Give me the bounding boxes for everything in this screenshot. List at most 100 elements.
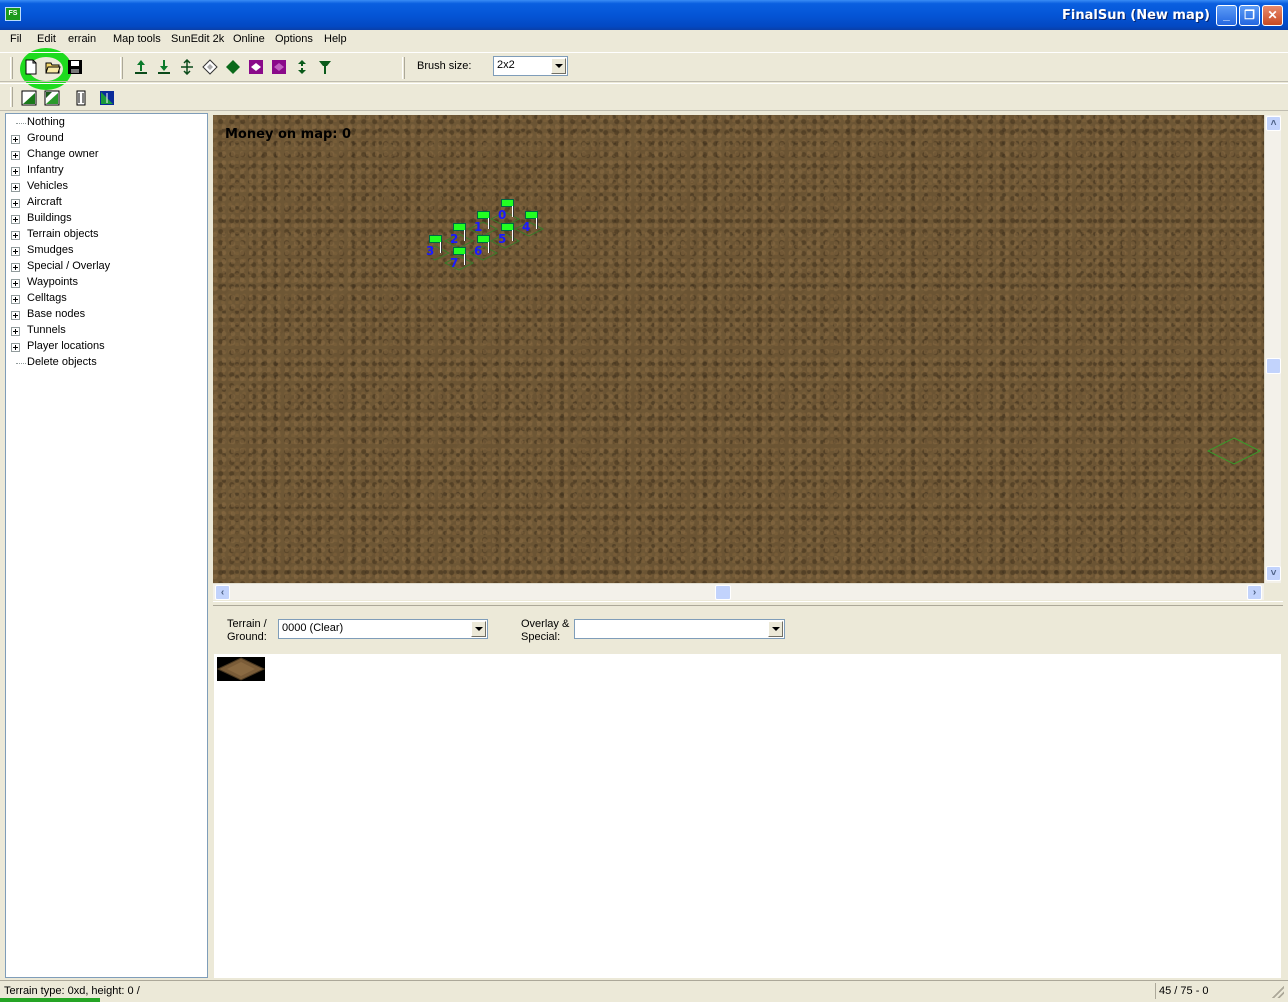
expand-icon[interactable]: [11, 151, 20, 160]
toolbar-grip-3[interactable]: [402, 57, 405, 79]
menu-bar: Fil Edit errain Map tools SunEdit 2k Onl…: [0, 30, 1288, 90]
chevron-down-icon[interactable]: [551, 58, 566, 74]
map-vertical-scrollbar[interactable]: ˄ ˅: [1264, 115, 1281, 583]
menu-online[interactable]: Online: [233, 33, 265, 45]
tree-item-ground[interactable]: Ground: [6, 131, 206, 147]
tree-item-special-overlay[interactable]: Special / Overlay: [6, 259, 206, 275]
save-disk-icon[interactable]: [67, 59, 83, 75]
clear-tile-thumbnail[interactable]: [217, 657, 265, 681]
lower-ground-icon[interactable]: [156, 59, 172, 75]
expand-icon[interactable]: [11, 327, 20, 336]
expand-icon[interactable]: [11, 247, 20, 256]
tree-item-tunnels[interactable]: Tunnels: [6, 323, 206, 339]
chevron-down-icon[interactable]: [768, 621, 783, 637]
tree-item-nothing[interactable]: Nothing: [6, 115, 206, 131]
tile-solid-icon[interactable]: [225, 59, 241, 75]
expand-icon[interactable]: [11, 215, 20, 224]
expand-icon[interactable]: [11, 279, 20, 288]
restore-button[interactable]: ❐: [1239, 5, 1260, 26]
terrain-ground-select[interactable]: 0000 (Clear): [278, 619, 488, 639]
tree-item-vehicles[interactable]: Vehicles: [6, 179, 206, 195]
waypoint-6[interactable]: 6: [474, 235, 499, 261]
tree-item-smudges[interactable]: Smudges: [6, 243, 206, 259]
tree-item-aircraft[interactable]: Aircraft: [6, 195, 206, 211]
expand-icon[interactable]: [11, 343, 20, 352]
tree-item-celltags[interactable]: Celltags: [6, 291, 206, 307]
smooth-tile-icon[interactable]: [248, 59, 264, 75]
raise-lower-tile-icon[interactable]: [294, 59, 310, 75]
expand-icon[interactable]: [11, 199, 20, 208]
status-bar: Terrain type: 0xd, height: 0 / 45 / 75 -…: [0, 980, 1288, 1002]
tree-item-base-nodes[interactable]: Base nodes: [6, 307, 206, 323]
status-coordinates: 45 / 75 - 0: [1155, 983, 1265, 999]
terrain-cliff-alt-icon[interactable]: [44, 90, 60, 106]
waypoint-7[interactable]: 7: [450, 247, 475, 273]
expand-icon[interactable]: [11, 167, 20, 176]
tree-item-buildings[interactable]: Buildings: [6, 211, 206, 227]
horizontal-scroll-thumb[interactable]: [715, 585, 731, 600]
expand-icon[interactable]: [11, 135, 20, 144]
chevron-down-icon[interactable]: [471, 621, 486, 637]
flatten-tile-icon[interactable]: [317, 59, 333, 75]
terrain-cliff-icon[interactable]: [21, 90, 37, 106]
horizontal-splitter[interactable]: [213, 601, 1283, 606]
smooth-area-icon[interactable]: [271, 59, 287, 75]
app-icon[interactable]: FS: [5, 7, 21, 21]
waypoint-5[interactable]: 5: [498, 223, 523, 249]
menu-help[interactable]: Help: [324, 33, 347, 45]
waypoint-3[interactable]: 3: [426, 235, 451, 261]
object-browser-tree[interactable]: Nothing Ground Change owner Infantry Veh…: [5, 113, 208, 978]
expand-icon[interactable]: [11, 263, 20, 272]
toolbar-grip-2[interactable]: [120, 57, 123, 79]
waypoint-0[interactable]: 0: [498, 199, 523, 225]
tree-item-terrain-objects[interactable]: Terrain objects: [6, 227, 206, 243]
scroll-up-icon[interactable]: ˄: [1266, 116, 1281, 131]
new-file-icon[interactable]: [23, 59, 39, 75]
tree-item-player-locations[interactable]: Player locations: [6, 339, 206, 355]
status-terrain-info: Terrain type: 0xd, height: 0 /: [4, 985, 140, 997]
vertical-scroll-thumb[interactable]: [1266, 358, 1281, 374]
flatten-ground-icon[interactable]: [179, 59, 195, 75]
tree-item-infantry[interactable]: Infantry: [6, 163, 206, 179]
finalsun-window: FS FinalSun (New map) _ ❐ ✕ Fil Edit err…: [0, 0, 1288, 1002]
secondary-toolbar: [0, 83, 1288, 111]
menu-edit[interactable]: Edit: [37, 33, 56, 45]
menu-map-tools[interactable]: Map tools: [113, 33, 161, 45]
tree-item-change-owner[interactable]: Change owner: [6, 147, 206, 163]
raise-ground-icon[interactable]: [133, 59, 149, 75]
window-title: FinalSun (New map): [1062, 8, 1210, 23]
brush-size-label: Brush size:: [417, 60, 472, 72]
waypoint-2[interactable]: 2: [450, 223, 475, 249]
close-button[interactable]: ✕: [1262, 5, 1283, 26]
tree-item-delete-objects[interactable]: Delete objects: [6, 355, 206, 371]
expand-icon[interactable]: [11, 311, 20, 320]
expand-icon[interactable]: [11, 295, 20, 304]
scroll-down-icon[interactable]: ˅: [1266, 566, 1281, 581]
expand-icon[interactable]: [11, 231, 20, 240]
minimize-button[interactable]: _: [1216, 5, 1237, 26]
tile-outline-icon[interactable]: [202, 59, 218, 75]
tile-palette[interactable]: [214, 654, 1281, 978]
scroll-right-icon[interactable]: ›: [1247, 585, 1262, 600]
tree-item-waypoints[interactable]: Waypoints: [6, 275, 206, 291]
expand-icon[interactable]: [11, 183, 20, 192]
water-cliff-icon[interactable]: [99, 90, 115, 106]
menu-sunedit-2k[interactable]: SunEdit 2k: [171, 33, 224, 45]
menu-terrain[interactable]: errain: [68, 33, 96, 45]
resize-grip-icon[interactable]: [1272, 986, 1284, 998]
brush-size-select[interactable]: 2x2: [493, 56, 568, 76]
menu-file[interactable]: Fil: [10, 33, 22, 45]
money-on-map-label: Money on map: 0: [225, 127, 352, 142]
map-view[interactable]: Money on map: 0 0 1 2 3 4 5 6 7: [213, 115, 1264, 583]
toolbar-grip[interactable]: [10, 57, 13, 79]
title-bar[interactable]: FS FinalSun (New map) _ ❐ ✕: [0, 0, 1288, 30]
waypoint-4[interactable]: 4: [522, 211, 547, 237]
menu-options[interactable]: Options: [275, 33, 313, 45]
cliff-vertical-icon[interactable]: [73, 90, 89, 106]
open-folder-icon[interactable]: [45, 59, 61, 75]
overlay-special-select[interactable]: [574, 619, 785, 639]
scroll-left-icon[interactable]: ‹: [215, 585, 230, 600]
map-horizontal-scrollbar[interactable]: ‹ ›: [213, 583, 1264, 600]
waypoint-1[interactable]: 1: [474, 211, 499, 237]
toolbar-grip-4[interactable]: [10, 87, 13, 107]
